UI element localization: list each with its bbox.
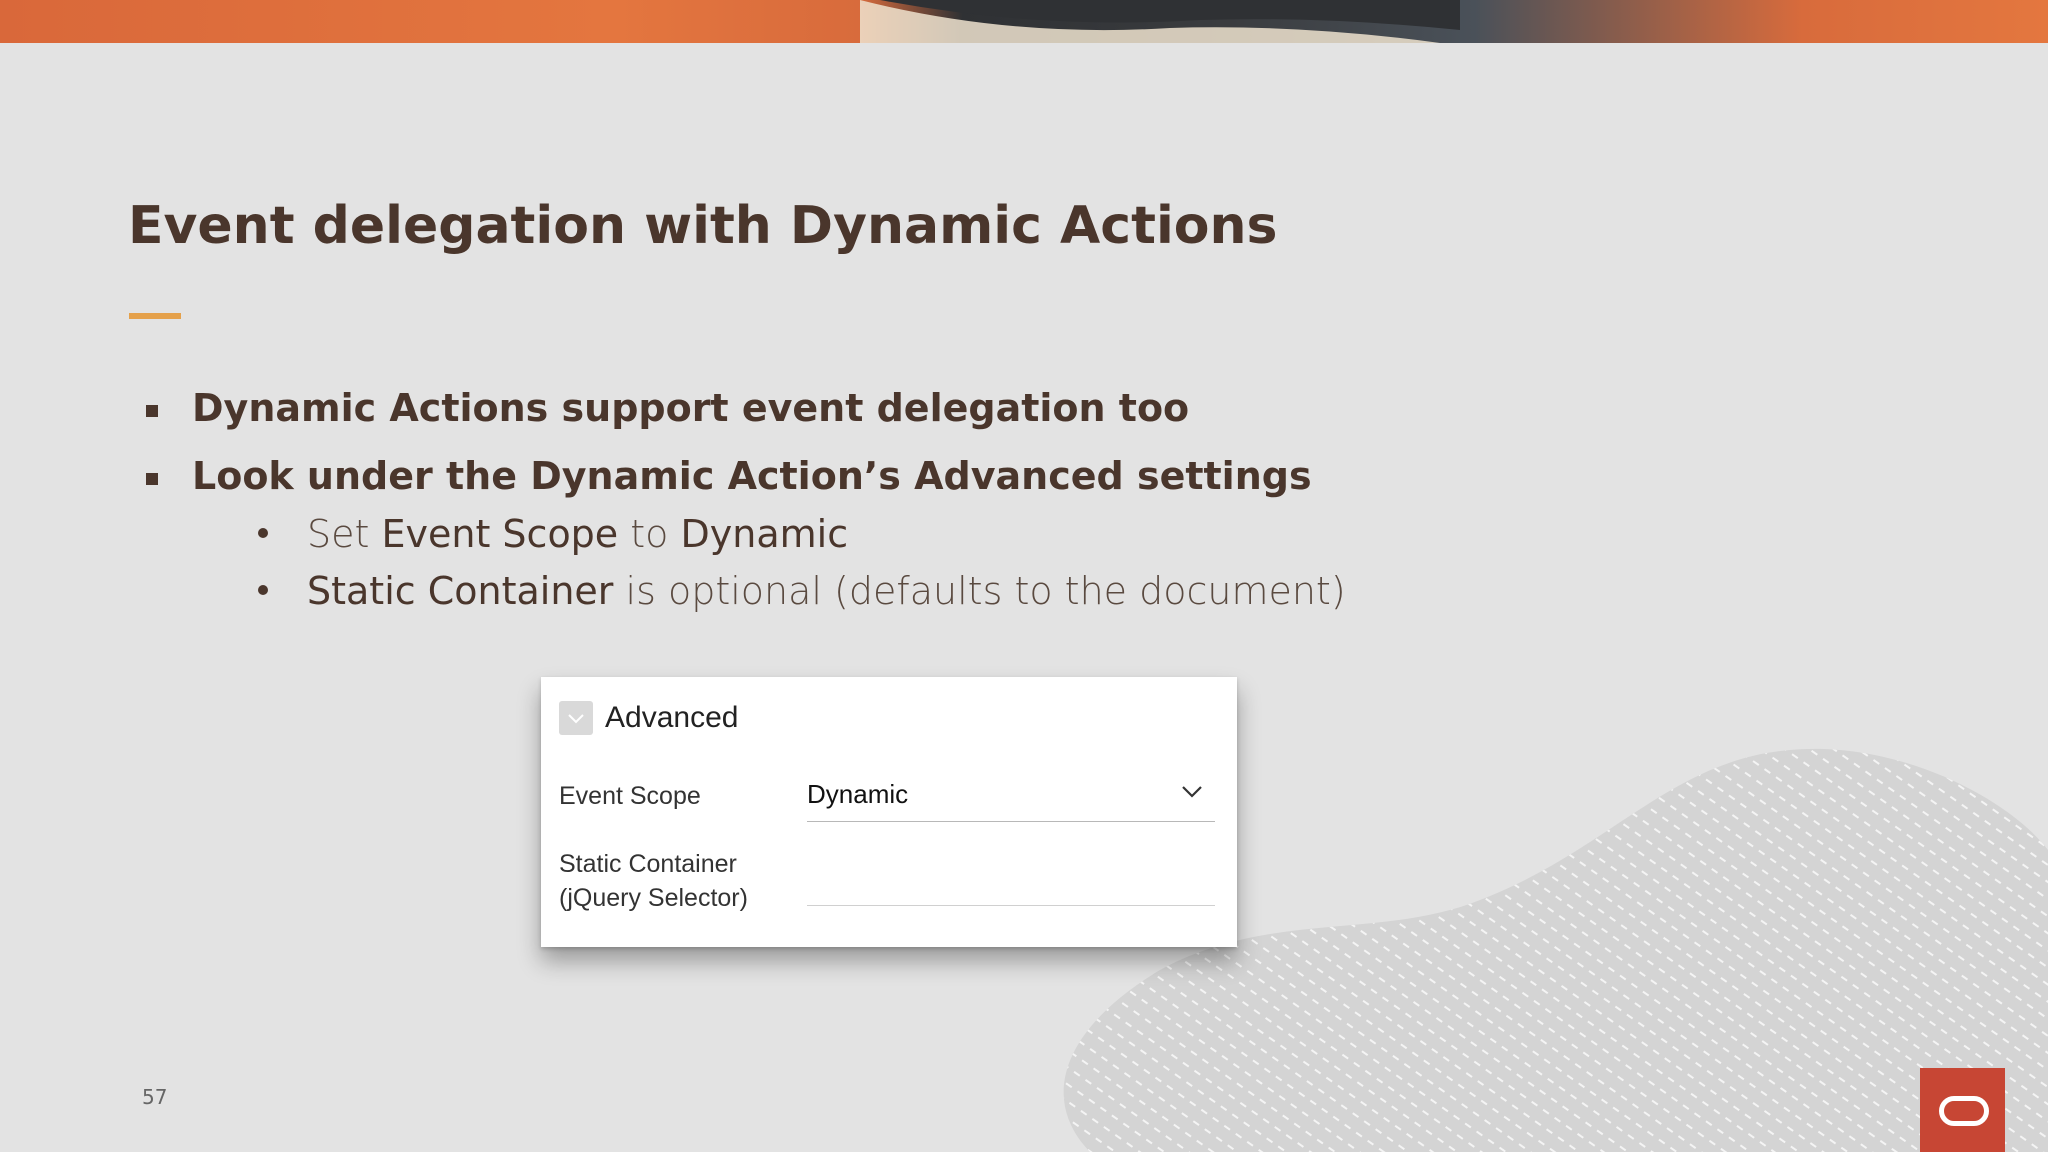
slide-number: 57 — [142, 1085, 168, 1109]
round-bullet-icon — [258, 528, 268, 538]
panel-title: Advanced — [605, 701, 739, 734]
static-container-label: Static Container (jQuery Selector) — [559, 850, 748, 912]
bullet-text: Look under the Dynamic Action’s Advanced… — [192, 454, 1312, 498]
chevron-down-icon — [1182, 786, 1202, 798]
bullet-text: Dynamic Actions support event delegation… — [192, 386, 1190, 430]
event-scope-value: Dynamic — [807, 779, 909, 809]
title-accent-rule — [129, 313, 181, 319]
round-bullet-icon — [258, 585, 268, 595]
event-scope-select[interactable]: Dynamic — [807, 777, 1215, 822]
advanced-settings-panel: Advanced Event Scope Dynamic Static Cont… — [541, 677, 1237, 947]
event-scope-label: Event Scope — [559, 782, 701, 810]
slide-title: Event delegation with Dynamic Actions — [128, 196, 1278, 256]
static-container-input[interactable] — [807, 861, 1215, 906]
sub-bullet-text: Static Container is optional (defaults t… — [307, 569, 1346, 613]
sub-bullet-text: Set Event Scope to Dynamic — [307, 512, 849, 556]
collapse-toggle-icon[interactable] — [559, 701, 593, 735]
square-bullet-icon — [146, 473, 158, 485]
oracle-logo-icon — [1920, 1068, 2005, 1152]
decorative-banner — [0, 0, 2048, 43]
square-bullet-icon — [146, 405, 158, 417]
